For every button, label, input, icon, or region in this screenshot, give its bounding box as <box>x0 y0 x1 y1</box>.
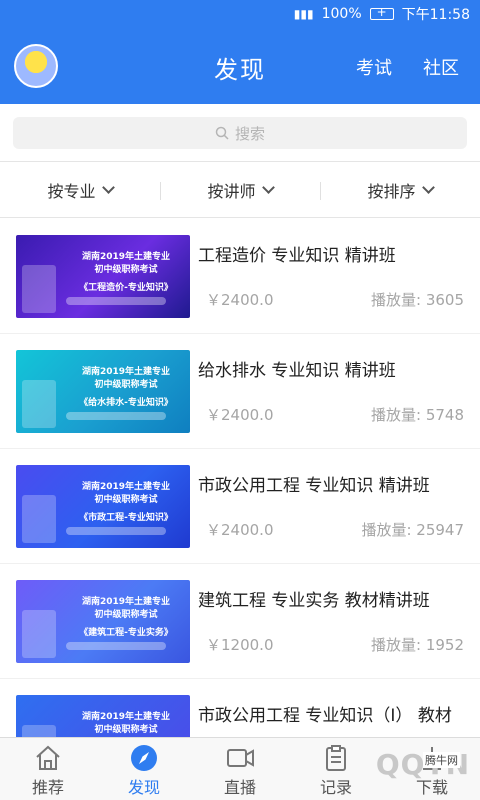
search-area: 搜索 <box>0 104 480 162</box>
thumbnail-line2: 初中级职称考试 <box>94 380 158 390</box>
filter-label: 按讲师 <box>207 181 256 201</box>
thumbnail-line2: 初中级职称考试 <box>94 725 158 735</box>
filter-bar: 按专业 按讲师 按排序 <box>0 162 480 218</box>
exam-link[interactable]: 考试 <box>356 54 392 80</box>
tab-label: 推荐 <box>31 778 64 797</box>
tab-records[interactable]: 记录 <box>288 738 384 800</box>
course-item[interactable]: 湖南2019年土建专业 初中级职称考试 《工程造价-专业知识》 工程造价 专业知识… <box>0 219 480 334</box>
status-bar: ▮▮▮ 100% 下午11:58 <box>0 0 480 28</box>
course-play-count: 播放量: 25947 <box>361 521 464 539</box>
filter-label: 按排序 <box>367 181 416 201</box>
thumbnail-illustration <box>22 380 56 428</box>
tab-recommend[interactable]: 推荐 <box>0 738 96 800</box>
tab-label: 直播 <box>223 778 256 797</box>
filter-major[interactable]: 按专业 <box>0 162 160 217</box>
thumbnail-illustration <box>22 265 56 313</box>
thumbnail-illustration <box>22 495 56 543</box>
thumbnail-bar <box>66 642 166 650</box>
search-icon <box>215 126 229 140</box>
thumbnail-line1: 湖南2019年土建专业 <box>81 712 171 722</box>
tab-discover[interactable]: 发现 <box>96 738 192 800</box>
course-item[interactable]: 湖南2019年土建专业 初中级职称考试 《建筑工程-专业实务》 建筑工程 专业实务… <box>0 564 480 679</box>
thumbnail-heading: 湖南2019年土建专业 初中级职称考试 <box>64 481 188 507</box>
course-price: ￥2400.0 <box>206 521 274 539</box>
thumbnail-subject: 《市政工程-专业知识》 <box>79 513 173 523</box>
course-title: 给水排水 专业知识 精讲班 <box>198 361 396 381</box>
course-title: 市政公用工程 专业知识 精讲班 <box>198 476 430 496</box>
filter-label: 按专业 <box>47 181 96 201</box>
thumbnail-line2: 初中级职称考试 <box>94 495 158 505</box>
thumbnail-bar <box>66 297 166 305</box>
community-link[interactable]: 社区 <box>423 54 459 80</box>
thumbnail-illustration <box>22 610 56 658</box>
tab-label: 记录 <box>319 778 352 797</box>
course-thumbnail: 湖南2019年土建专业 初中级职称考试 《给水排水-专业知识》 <box>16 350 190 433</box>
thumbnail-line1: 湖南2019年土建专业 <box>81 367 171 377</box>
battery-icon <box>369 5 394 20</box>
signal-icon: ▮▮▮ <box>293 7 314 21</box>
thumbnail-heading: 湖南2019年土建专业 初中级职称考试 <box>64 711 188 737</box>
course-item[interactable]: 湖南2019年土建专业 初中级职称考试 《给水排水-专业知识》 给水排水 专业知识… <box>0 334 480 449</box>
thumbnail-bar <box>66 527 166 535</box>
course-item[interactable]: 湖南2019年土建专业 初中级职称考试 《市政工程-专业知识》 市政公用工程 专业… <box>0 449 480 564</box>
video-icon <box>227 749 254 767</box>
battery-percent: 100% <box>321 6 362 22</box>
search-input[interactable]: 搜索 <box>13 117 467 149</box>
app-header: 发现 考试 社区 <box>0 28 480 104</box>
course-list: 湖南2019年土建专业 初中级职称考试 《工程造价-专业知识》 工程造价 专业知识… <box>0 219 480 794</box>
thumbnail-line2: 初中级职称考试 <box>94 610 158 620</box>
course-thumbnail: 湖南2019年土建专业 初中级职称考试 《市政工程-专业知识》 <box>16 465 190 548</box>
thumbnail-line1: 湖南2019年土建专业 <box>81 482 171 492</box>
course-price: ￥1200.0 <box>206 636 274 654</box>
page-title: 发现 <box>214 56 266 84</box>
thumbnail-bar <box>66 412 166 420</box>
thumbnail-line1: 湖南2019年土建专业 <box>81 252 171 262</box>
course-price: ￥2400.0 <box>206 406 274 424</box>
course-thumbnail: 湖南2019年土建专业 初中级职称考试 《工程造价-专业知识》 <box>16 235 190 318</box>
thumbnail-subject: 《给水排水-专业知识》 <box>79 398 173 408</box>
search-placeholder: 搜索 <box>234 124 265 143</box>
course-price: ￥2400.0 <box>206 291 274 309</box>
thumbnail-heading: 湖南2019年土建专业 初中级职称考试 <box>64 596 188 622</box>
compass-icon <box>131 745 157 771</box>
thumbnail-heading: 湖南2019年土建专业 初中级职称考试 <box>64 251 188 277</box>
tab-label: 发现 <box>127 778 160 797</box>
filter-lecturer[interactable]: 按讲师 <box>160 162 320 217</box>
thumbnail-line2: 初中级职称考试 <box>94 265 158 275</box>
thumbnail-heading: 湖南2019年土建专业 初中级职称考试 <box>64 366 188 392</box>
chevron-down-icon <box>261 180 275 194</box>
home-icon <box>36 745 60 770</box>
course-title: 建筑工程 专业实务 教材精讲班 <box>198 591 430 611</box>
chevron-down-icon <box>421 180 435 194</box>
clipboard-icon <box>326 745 346 771</box>
course-title: 市政公用工程 专业知识（I） 教材 <box>198 706 452 726</box>
thumbnail-line1: 湖南2019年土建专业 <box>81 597 171 607</box>
course-title: 工程造价 专业知识 精讲班 <box>198 246 396 266</box>
watermark-badge: 腾牛网 <box>423 752 460 768</box>
filter-sort[interactable]: 按排序 <box>320 162 480 217</box>
course-play-count: 播放量: 5748 <box>371 406 464 424</box>
clock: 下午11:58 <box>401 7 470 23</box>
thumbnail-subject: 《建筑工程-专业实务》 <box>79 628 173 638</box>
course-thumbnail: 湖南2019年土建专业 初中级职称考试 《建筑工程-专业实务》 <box>16 580 190 663</box>
course-play-count: 播放量: 1952 <box>371 636 464 654</box>
tab-live[interactable]: 直播 <box>192 738 288 800</box>
thumbnail-subject: 《工程造价-专业知识》 <box>79 283 173 293</box>
chevron-down-icon <box>101 180 115 194</box>
course-play-count: 播放量: 3605 <box>371 291 464 309</box>
